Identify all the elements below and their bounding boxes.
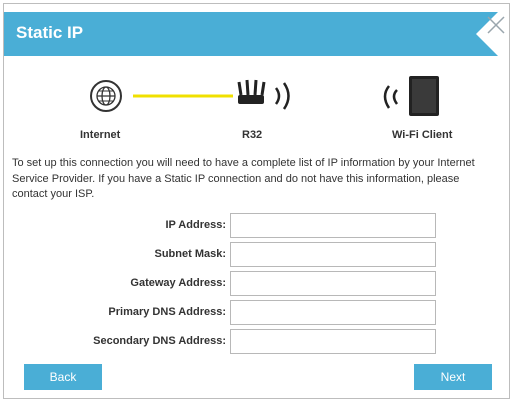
router-icon: [237, 79, 266, 104]
subnet-mask-label: Subnet Mask:: [154, 248, 226, 260]
close-icon[interactable]: [485, 14, 507, 36]
router-label: R32: [242, 129, 263, 141]
wifi-client-label: Wi-Fi Client: [392, 129, 453, 141]
globe-icon: [90, 80, 122, 112]
ip-address-label: IP Address:: [165, 219, 226, 231]
client-wifi-waves-icon: [383, 85, 399, 109]
diagram-graphics: [90, 76, 439, 116]
wifi-waves-icon: [274, 82, 290, 110]
primary-dns-input[interactable]: [230, 300, 436, 325]
gateway-address-input[interactable]: [230, 271, 436, 296]
next-button[interactable]: Next: [414, 364, 492, 390]
form-row-gateway-address: Gateway Address:: [4, 271, 511, 296]
form-row-ip-address: IP Address:: [4, 213, 511, 238]
instructions-text: To set up this connection you will need …: [12, 157, 475, 200]
internet-label: Internet: [80, 129, 121, 141]
form-row-subnet-mask: Subnet Mask:: [4, 242, 511, 267]
subnet-mask-input[interactable]: [230, 242, 436, 267]
secondary-dns-input[interactable]: [230, 329, 436, 354]
form-row-primary-dns: Primary DNS Address:: [4, 300, 511, 325]
ip-address-input[interactable]: [230, 213, 436, 238]
gateway-address-label: Gateway Address:: [130, 277, 226, 289]
primary-dns-label: Primary DNS Address:: [108, 306, 226, 318]
static-ip-dialog: Static IP Internet R32 Wi-Fi Client To s…: [3, 3, 510, 399]
tablet-icon: [409, 76, 439, 116]
connection-diagram: Internet R32 Wi-Fi Client: [4, 74, 511, 144]
dialog-title: Static IP: [16, 23, 84, 42]
form-row-secondary-dns: Secondary DNS Address:: [4, 329, 511, 354]
dialog-header: Static IP: [4, 12, 504, 56]
back-button[interactable]: Back: [24, 364, 102, 390]
secondary-dns-label: Secondary DNS Address:: [93, 335, 226, 347]
